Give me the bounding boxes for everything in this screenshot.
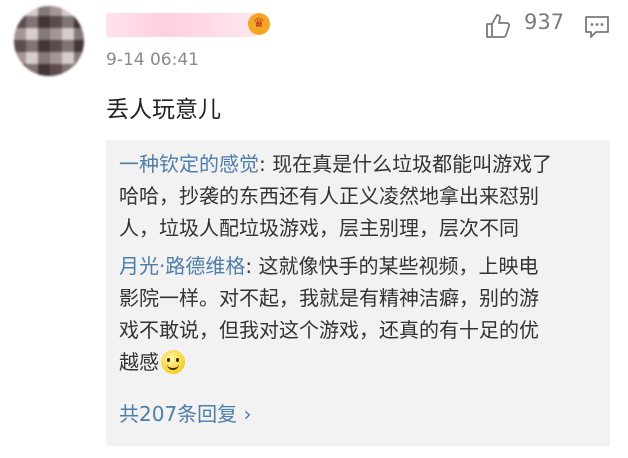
more-replies-link[interactable]: 共207条回复 › — [119, 398, 252, 427]
like-count[interactable]: 937 — [524, 10, 564, 34]
smile-emoji-icon — [161, 350, 185, 374]
reply-text: 人，垃圾人配垃圾游戏，层主别理，层次不同 — [119, 216, 519, 240]
reply-item: 月光·路德维格: 这就像快手的某些视频，上映电 影院一样。对不起，我就是有精神洁… — [119, 250, 589, 378]
reply-text: 这就像快手的某些视频，上映电 — [258, 254, 539, 278]
replies-box: 一种钦定的感觉: 现在真是什么垃圾都能叫游戏了 哈哈，抄袭的东西还有人正义凌然地… — [106, 140, 610, 446]
reply-author-link[interactable]: 月光·路德维格 — [119, 254, 245, 278]
reply-text: 影院一样。对不起，我就是有精神洁癖，别的游 — [119, 286, 539, 310]
avatar[interactable] — [14, 6, 84, 76]
reply-text: 越感 — [119, 350, 159, 374]
reply-text: 戏不敢说，但我对这个游戏，还真的有十足的优 — [119, 318, 539, 342]
comment-text: 丢人玩意儿 — [106, 97, 221, 123]
comment-icon[interactable] — [583, 14, 611, 40]
reply-text: 哈哈，抄袭的东西还有人正义凌然地拿出来怼别 — [119, 184, 539, 208]
thumbs-up-icon[interactable] — [484, 12, 512, 40]
reply-author-link[interactable]: 一种钦定的感觉 — [119, 152, 259, 176]
reply-separator: : — [245, 254, 259, 278]
crown-badge-icon: ♛ — [248, 13, 270, 35]
comment-timestamp: 9-14 06:41 — [106, 50, 199, 70]
reply-item: 一种钦定的感觉: 现在真是什么垃圾都能叫游戏了 哈哈，抄袭的东西还有人正义凌然地… — [119, 148, 589, 244]
reply-separator: : — [259, 152, 273, 176]
username-redacted[interactable] — [106, 13, 256, 37]
reply-text: 现在真是什么垃圾都能叫游戏了 — [272, 152, 553, 176]
